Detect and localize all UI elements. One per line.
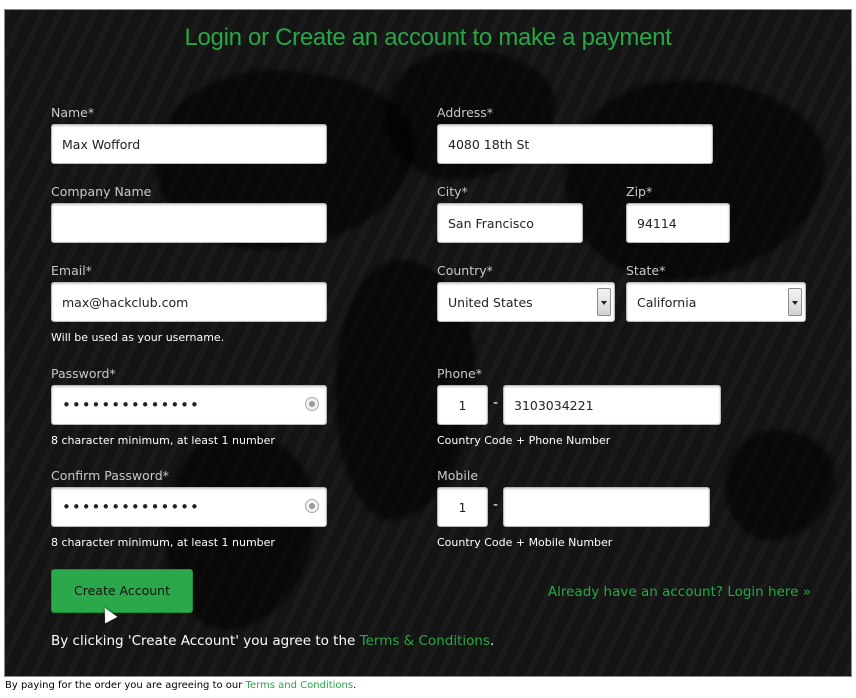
map-shape [565, 80, 825, 280]
phone-number-field[interactable] [503, 385, 721, 425]
company-input[interactable] [52, 204, 326, 242]
city-field[interactable] [437, 203, 583, 243]
phone-hint: Country Code + Phone Number [437, 434, 611, 447]
address-field[interactable] [437, 124, 713, 164]
mobile-hint: Country Code + Mobile Number [437, 536, 613, 549]
create-account-button[interactable]: Create Account [51, 569, 193, 613]
map-shape [725, 430, 835, 540]
footer-note: By paying for the order you are agreeing… [5, 680, 356, 691]
zip-label: Zip* [626, 184, 653, 199]
password-hint: 8 character minimum, at least 1 number [51, 434, 275, 447]
mobile-country-code-input[interactable] [438, 488, 487, 526]
city-input[interactable] [438, 204, 582, 242]
email-label: Email* [51, 263, 92, 278]
zip-input[interactable] [627, 204, 729, 242]
company-label: Company Name [51, 184, 152, 199]
email-input[interactable] [52, 283, 326, 321]
footer-suffix: . [353, 680, 357, 691]
confirm-password-input[interactable] [52, 488, 326, 526]
phone-country-code-field[interactable] [437, 385, 488, 425]
reveal-password-icon[interactable] [305, 499, 319, 513]
password-label: Password* [51, 366, 116, 381]
agreement-prefix: By clicking 'Create Account' you agree t… [51, 633, 360, 649]
agreement-text: By clicking 'Create Account' you agree t… [51, 633, 494, 649]
agreement-suffix: . [489, 633, 495, 649]
footer-terms-link[interactable]: Terms and Conditions [246, 680, 354, 691]
zip-field[interactable] [626, 203, 730, 243]
confirm-password-hint: 8 character minimum, at least 1 number [51, 536, 275, 549]
phone-country-code-input[interactable] [438, 386, 487, 424]
confirm-password-field[interactable] [51, 487, 327, 527]
phone-number-input[interactable] [504, 386, 720, 424]
country-select[interactable]: United States [437, 282, 615, 322]
state-label: State* [626, 263, 666, 278]
email-field[interactable] [51, 282, 327, 322]
country-value: United States [448, 295, 533, 310]
login-link[interactable]: Already have an account? Login here » [548, 584, 811, 600]
chevron-down-icon[interactable] [597, 288, 611, 316]
email-hint: Will be used as your username. [51, 331, 225, 344]
phone-separator: - [493, 395, 499, 411]
city-label: City* [437, 184, 468, 199]
address-input[interactable] [438, 125, 712, 163]
registration-panel: Login or Create an account to make a pay… [4, 9, 852, 677]
name-field[interactable] [51, 124, 327, 164]
page-title: Login or Create an account to make a pay… [184, 24, 672, 51]
password-field[interactable] [51, 385, 327, 425]
phone-label: Phone* [437, 366, 482, 381]
confirm-password-label: Confirm Password* [51, 468, 169, 483]
reveal-password-icon[interactable] [305, 397, 319, 411]
name-input[interactable] [52, 125, 326, 163]
mobile-label: Mobile [437, 468, 479, 483]
footer-prefix: By paying for the order you are agreeing… [5, 680, 246, 691]
password-input[interactable] [52, 386, 326, 424]
mobile-country-code-field[interactable] [437, 487, 488, 527]
name-label: Name* [51, 105, 95, 120]
mobile-separator: - [493, 497, 499, 513]
address-label: Address* [437, 105, 494, 120]
country-label: Country* [437, 263, 493, 278]
mobile-number-input[interactable] [504, 488, 709, 526]
mobile-number-field[interactable] [503, 487, 710, 527]
state-value: California [637, 295, 697, 310]
state-select[interactable]: California [626, 282, 806, 322]
terms-link[interactable]: Terms & Conditions [360, 633, 490, 649]
company-field[interactable] [51, 203, 327, 243]
chevron-down-icon[interactable] [788, 288, 802, 316]
